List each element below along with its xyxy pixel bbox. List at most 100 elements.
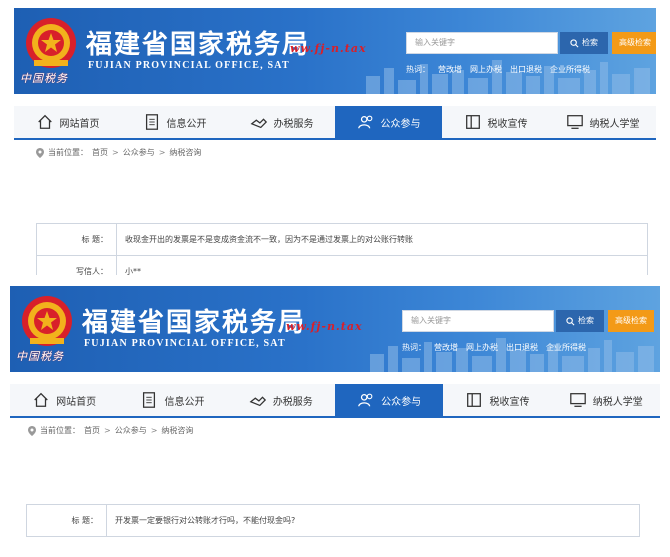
handshake-icon <box>250 118 267 129</box>
search-button[interactable]: 检索 <box>560 32 608 54</box>
site-title: 福建省国家税务局 <box>82 308 307 338</box>
people-icon <box>358 393 373 407</box>
search-button-label: 检索 <box>582 38 598 47</box>
row-label: 标 题： <box>37 224 117 255</box>
site-header: 中国税务 福建省国家税务局 FUJIAN PROVINCIAL OFFICE, … <box>10 286 660 372</box>
nav-item-taxpayer-school[interactable]: 纳税人学堂 <box>549 106 656 138</box>
nav-item-info[interactable]: 信息公开 <box>121 106 228 138</box>
advanced-search-button[interactable]: 高级检索 <box>608 310 654 332</box>
script-logo: 中国税务 <box>16 350 64 363</box>
breadcrumb-separator: > <box>150 426 158 435</box>
breadcrumb-separator: > <box>158 148 166 157</box>
table-row: 写信人： 小** <box>37 256 647 275</box>
advanced-search-button[interactable]: 高级检索 <box>612 32 656 54</box>
skyline-graphic <box>366 60 650 94</box>
hot-word-link[interactable]: 出口退税 <box>506 343 538 352</box>
search-icon <box>566 316 575 325</box>
breadcrumb-separator: > <box>104 426 111 435</box>
nav-label: 信息公开 <box>164 396 205 408</box>
location-pin-icon <box>28 425 36 436</box>
breadcrumb: 当前位置： 首页 > 公众参与 > 纳税咨询 <box>28 425 193 436</box>
site-subtitle: FUJIAN PROVINCIAL OFFICE, SAT <box>88 60 290 71</box>
nav-item-tax-service[interactable]: 办税服务 <box>228 106 335 138</box>
handshake-icon <box>249 396 266 407</box>
skyline-graphic <box>370 338 654 372</box>
search-input[interactable]: 输入关键字 <box>402 310 554 332</box>
location-pin-icon <box>36 147 44 158</box>
url-stamp: ww.fj-n.tax <box>286 320 363 333</box>
nav-item-public-participation[interactable]: 公众参与 <box>335 106 442 138</box>
site-subtitle: FUJIAN PROVINCIAL OFFICE, SAT <box>84 338 286 349</box>
hot-word-link[interactable]: 网上办税 <box>466 343 498 352</box>
breadcrumb-separator: > <box>112 148 119 157</box>
hot-word-link[interactable]: 企业所得税 <box>546 343 586 352</box>
nav-label: 税收宣传 <box>489 396 530 408</box>
search-icon <box>570 38 579 47</box>
nav-label: 网站首页 <box>56 396 97 408</box>
hot-word-link[interactable]: 网上办税 <box>470 65 502 74</box>
nav-label: 公众参与 <box>381 396 422 408</box>
hot-words: 热词： 营改增 网上办税 出口退税 企业所得税 <box>402 342 594 353</box>
hot-word-link[interactable]: 出口退税 <box>510 65 542 74</box>
row-value: 收现金开出的发票是不是变成资金流不一致，因为不是通过发票上的对公账行转账 <box>125 235 413 244</box>
url-stamp: ww.fj-n.tax <box>290 42 367 55</box>
tax-emblem-icon <box>26 18 76 68</box>
nav-item-tax-service[interactable]: 办税服务 <box>227 384 335 416</box>
nav-item-tax-promotion[interactable]: 税收宣传 <box>442 106 549 138</box>
hot-word-link[interactable]: 企业所得税 <box>550 65 590 74</box>
hot-words-label: 热词： <box>406 65 430 74</box>
nav-label: 办税服务 <box>272 396 313 408</box>
screenshot-bottom: 中国税务 福建省国家税务局 FUJIAN PROVINCIAL OFFICE, … <box>0 282 670 550</box>
screenshot-top: 中国税务 福建省国家税务局 FUJIAN PROVINCIAL OFFICE, … <box>0 0 670 275</box>
tax-emblem-icon <box>22 296 72 346</box>
breadcrumb: 当前位置： 首页 > 公众参与 > 纳税咨询 <box>36 147 201 158</box>
hot-words-label: 热词： <box>402 343 426 352</box>
breadcrumb-prefix: 当前位置： <box>40 426 80 435</box>
nav-item-home[interactable]: 网站首页 <box>14 106 121 138</box>
nav-label: 办税服务 <box>273 118 314 130</box>
breadcrumb-page[interactable]: 纳税咨询 <box>161 425 193 436</box>
breadcrumb-home[interactable]: 首页 <box>84 425 100 436</box>
site-header: 中国税务 福建省国家税务局 FUJIAN PROVINCIAL OFFICE, … <box>14 8 656 94</box>
nav-item-info[interactable]: 信息公开 <box>118 384 226 416</box>
breadcrumb-home[interactable]: 首页 <box>92 147 108 158</box>
consultation-table: 标 题： 开发票一定要银行对公转账才行吗，不能付现金吗? <box>26 504 640 537</box>
hot-word-link[interactable]: 营改增 <box>434 343 458 352</box>
row-label: 标 题： <box>27 505 107 536</box>
hot-word-link[interactable]: 营改增 <box>438 65 462 74</box>
breadcrumb-page[interactable]: 纳税咨询 <box>169 147 201 158</box>
document-icon <box>143 392 156 408</box>
nav-item-tax-promotion[interactable]: 税收宣传 <box>443 384 551 416</box>
document-icon <box>145 114 158 130</box>
monitor-icon <box>569 393 586 407</box>
nav-item-home[interactable]: 网站首页 <box>10 384 118 416</box>
site-title: 福建省国家税务局 <box>86 30 311 60</box>
screenshot-divider <box>0 275 670 282</box>
nav-label: 网站首页 <box>59 118 100 130</box>
nav-item-taxpayer-school[interactable]: 纳税人学堂 <box>552 384 660 416</box>
book-icon <box>465 115 480 129</box>
breadcrumb-section[interactable]: 公众参与 <box>123 147 155 158</box>
search-button-label: 检索 <box>578 316 594 325</box>
home-icon <box>34 392 48 407</box>
table-row: 标 题： 收现金开出的发票是不是变成资金流不一致，因为不是通过发票上的对公账行转… <box>37 224 647 256</box>
hot-words: 热词： 营改增 网上办税 出口退税 企业所得税 <box>406 64 598 75</box>
nav-label: 纳税人学堂 <box>589 118 640 130</box>
search-button[interactable]: 检索 <box>556 310 604 332</box>
book-icon <box>467 393 482 407</box>
row-value: 小** <box>125 267 141 275</box>
monitor-icon <box>566 115 583 129</box>
nav-label: 信息公开 <box>166 118 207 130</box>
nav-item-public-participation[interactable]: 公众参与 <box>334 384 444 416</box>
table-row: 标 题： 开发票一定要银行对公转账才行吗，不能付现金吗? <box>27 505 639 536</box>
row-value: 开发票一定要银行对公转账才行吗，不能付现金吗? <box>115 516 296 525</box>
home-icon <box>37 114 52 129</box>
main-nav: 网站首页 信息公开 办税服务 公众参与 税收宣传 纳税人学堂 <box>14 106 656 140</box>
nav-label: 公众参与 <box>380 118 421 130</box>
search-input[interactable]: 输入关键字 <box>406 32 558 54</box>
script-logo: 中国税务 <box>20 72 68 85</box>
row-label: 写信人： <box>37 256 117 275</box>
nav-label: 税收宣传 <box>487 118 528 130</box>
main-nav: 网站首页 信息公开 办税服务 公众参与 税收宣传 纳税人学堂 <box>10 384 660 418</box>
breadcrumb-section[interactable]: 公众参与 <box>115 425 147 436</box>
